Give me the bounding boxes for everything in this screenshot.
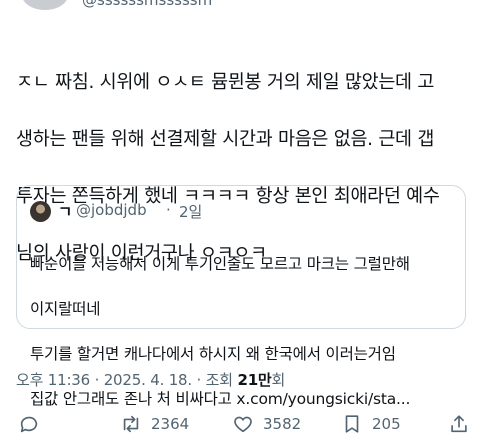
reply-icon — [20, 416, 38, 433]
quoted-body-line: 집값 안그래도 존나 처 비싸다고 x.com/youngsicki/sta..… — [30, 389, 411, 408]
author-handle-cutoff: @ssssssmsssssm — [82, 0, 213, 9]
bookmark-button[interactable]: 205 — [341, 410, 401, 438]
bookmark-icon — [345, 415, 359, 433]
tweet-text-line: 생하는 팬들 위해 선결제할 시간과 마음은 없음. 근데 갭 — [16, 128, 435, 150]
quoted-author-avatar — [30, 201, 51, 222]
quoted-timestamp: 2일 — [179, 203, 203, 221]
quoted-body: 빠순이들 저능해서 이게 투기인줄도 모르고 마크는 그럴만해 이지랄떠네 투기… — [30, 230, 460, 433]
post-time[interactable]: 오후 11:36 — [16, 371, 90, 389]
action-bar: 2364 3582 205 — [0, 410, 480, 438]
tweet-text-line: ㅈㄴ 짜침. 시위에 ㅇㅅㅌ 뮴뮌봉 거의 제일 많았는데 고 — [16, 71, 435, 93]
retweet-count: 2364 — [151, 415, 190, 433]
like-button[interactable]: 3582 — [232, 410, 301, 438]
quoted-tweet[interactable]: ㄱ @jobdjdb · 2일 빠순이들 저능해서 이게 투기인줄도 모르고 마… — [16, 185, 466, 408]
share-button[interactable] — [448, 410, 470, 438]
views-suffix: 회 — [271, 371, 286, 389]
heart-icon — [234, 416, 252, 433]
share-icon — [451, 415, 467, 433]
author-avatar[interactable] — [22, 0, 68, 10]
reply-button[interactable] — [18, 410, 40, 438]
retweet-button[interactable]: 2364 — [120, 410, 189, 438]
quoted-body-line: 이지랄떠네 — [30, 299, 101, 318]
bookmark-count: 205 — [372, 415, 401, 433]
quoted-author-name: ㄱ — [58, 203, 73, 221]
quoted-body-line: 투기를 할거면 캐나다에서 하시지 왜 한국에서 이러는거임 — [30, 344, 396, 363]
quoted-author-handle: @jobdjdb — [76, 201, 147, 219]
meta-separator: · — [90, 371, 104, 389]
quoted-body-line: 빠순이들 저능해서 이게 투기인줄도 모르고 마크는 그럴만해 — [30, 254, 410, 273]
views-count: 21만 — [237, 371, 272, 389]
views-label: · 조회 — [191, 371, 238, 389]
like-count: 3582 — [263, 415, 302, 433]
retweet-icon — [123, 415, 139, 433]
post-date[interactable]: 2025. 4. 18. — [104, 371, 192, 389]
tweet-meta: 오후 11:36 · 2025. 4. 18. · 조회 21만회 — [16, 369, 285, 390]
quoted-separator: · — [166, 201, 171, 219]
